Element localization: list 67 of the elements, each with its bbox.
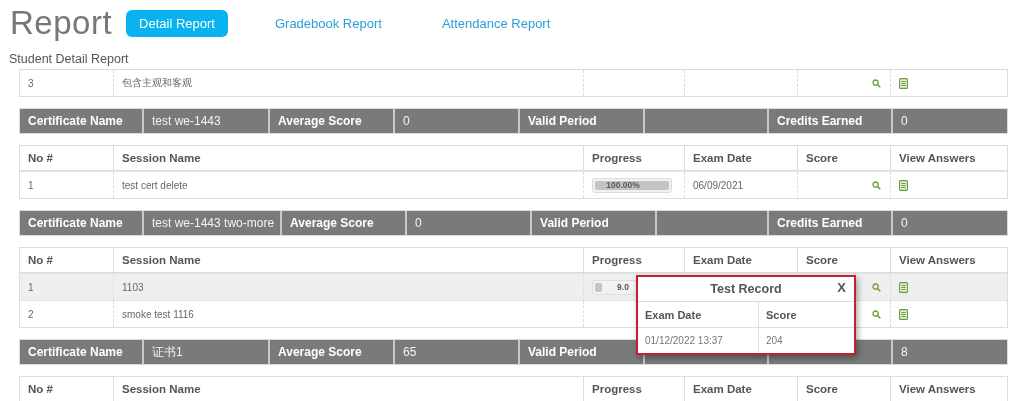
column-header: Score bbox=[806, 152, 838, 164]
field-label: Certificate Name bbox=[28, 216, 123, 230]
column-header: Session Name bbox=[122, 152, 201, 164]
field-value: 0 bbox=[901, 114, 908, 128]
table-cell: smoke test 1116 bbox=[122, 308, 194, 320]
column-header: View Answers bbox=[899, 254, 976, 266]
document-icon[interactable] bbox=[899, 281, 908, 293]
progress-label: 100.00% bbox=[605, 178, 641, 192]
search-icon[interactable] bbox=[872, 180, 881, 190]
column-header: Progress bbox=[592, 152, 642, 164]
table-cell: 204 bbox=[766, 335, 783, 346]
table-cell: test cert delete bbox=[122, 179, 188, 191]
field-value: test we-1443 two-more bbox=[152, 216, 275, 230]
column-header: Exam Date bbox=[693, 383, 752, 395]
column-header: Progress bbox=[592, 383, 642, 395]
column-header: Score bbox=[806, 254, 838, 266]
section-title: Student Detail Report bbox=[9, 52, 130, 66]
table-row[interactable]: 1 test cert delete 100.00% 06/09/2021 bbox=[20, 171, 1007, 198]
field-label: Valid Period bbox=[540, 216, 609, 230]
close-button[interactable]: X bbox=[835, 280, 848, 295]
column-header: No # bbox=[28, 152, 53, 164]
document-icon[interactable] bbox=[899, 179, 908, 191]
field-value: test we-1443 bbox=[152, 114, 221, 128]
table-cell: 包含主观和客观 bbox=[122, 76, 192, 90]
field-label: Valid Period bbox=[528, 114, 597, 128]
column-header: Exam Date bbox=[693, 254, 752, 266]
search-icon[interactable] bbox=[872, 78, 881, 88]
field-label: Credits Earned bbox=[777, 114, 863, 128]
column-header: Session Name bbox=[122, 254, 201, 266]
table-cell: 3 bbox=[28, 77, 34, 89]
progress-label: 9.0 bbox=[616, 280, 630, 294]
column-header: Exam Date bbox=[645, 308, 702, 321]
column-header: View Answers bbox=[899, 152, 976, 164]
popup-title: Test Record bbox=[710, 282, 782, 296]
table-cell: 1 bbox=[28, 281, 34, 293]
column-header: No # bbox=[28, 254, 53, 266]
field-value: 0 bbox=[415, 216, 422, 230]
table-cell: 1103 bbox=[122, 281, 144, 293]
document-icon[interactable] bbox=[899, 308, 908, 320]
field-label: Average Score bbox=[278, 345, 362, 359]
table-cell: 2 bbox=[28, 308, 34, 320]
table-cell: 01/12/2022 13:37 bbox=[645, 335, 723, 346]
column-header: View Answers bbox=[899, 383, 976, 395]
search-icon[interactable] bbox=[872, 309, 881, 319]
field-label: Certificate Name bbox=[28, 114, 123, 128]
field-value: 65 bbox=[403, 345, 417, 359]
field-value: 证书1 bbox=[152, 343, 183, 361]
search-icon[interactable] bbox=[872, 282, 881, 292]
document-icon[interactable] bbox=[899, 77, 908, 89]
field-value: 0 bbox=[901, 216, 908, 230]
field-value: 8 bbox=[901, 345, 908, 359]
column-header: Progress bbox=[592, 254, 642, 266]
column-header: Exam Date bbox=[693, 152, 752, 164]
column-header: No # bbox=[28, 383, 53, 395]
page-title: Report bbox=[10, 4, 113, 42]
field-label: Valid Period bbox=[528, 345, 597, 359]
table-cell: 1 bbox=[28, 179, 34, 191]
field-value: 0 bbox=[403, 114, 410, 128]
field-label: Credits Earned bbox=[777, 216, 863, 230]
table-row[interactable]: 3 包含主观和客观 bbox=[20, 70, 1007, 96]
column-header: Score bbox=[766, 308, 797, 321]
field-label: Certificate Name bbox=[28, 345, 123, 359]
field-label: Average Score bbox=[278, 114, 362, 128]
column-header: Score bbox=[806, 383, 838, 395]
field-label: Average Score bbox=[290, 216, 374, 230]
column-header: Session Name bbox=[122, 383, 201, 395]
table-cell: 06/09/2021 bbox=[693, 179, 744, 191]
